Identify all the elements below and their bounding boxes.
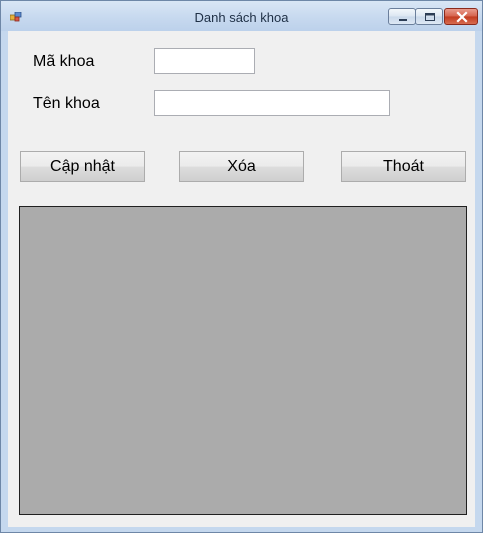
maximize-icon xyxy=(425,13,435,21)
close-button[interactable] xyxy=(444,8,478,25)
khoa-data-grid[interactable] xyxy=(19,206,467,515)
ten-khoa-input[interactable] xyxy=(154,90,390,116)
ten-khoa-label: Tên khoa xyxy=(33,95,100,112)
form-client-area: Mã khoa Tên khoa Cập nhật Xóa Thoát xyxy=(8,31,475,527)
delete-button[interactable]: Xóa xyxy=(179,151,304,182)
app-window: Danh sách khoa Mã khoa Tên khoa Cập nhật… xyxy=(0,0,483,533)
close-icon xyxy=(456,11,468,23)
ma-khoa-input[interactable] xyxy=(154,48,255,74)
ma-khoa-label: Mã khoa xyxy=(33,53,95,70)
maximize-button[interactable] xyxy=(415,8,443,25)
minimize-icon xyxy=(399,19,407,21)
exit-button[interactable]: Thoát xyxy=(341,151,466,182)
minimize-button[interactable] xyxy=(388,8,416,25)
update-button[interactable]: Cập nhật xyxy=(20,151,145,182)
title-bar[interactable]: Danh sách khoa xyxy=(1,1,482,31)
